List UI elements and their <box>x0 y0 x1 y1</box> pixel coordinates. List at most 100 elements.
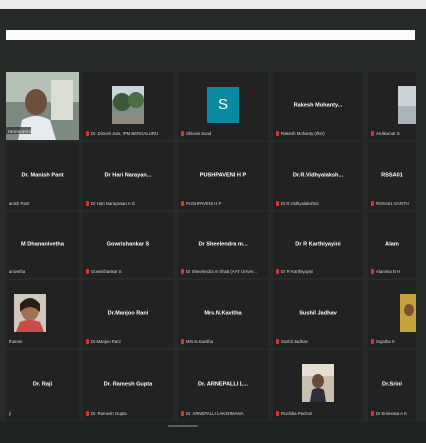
participant-video <box>398 86 416 124</box>
participant-label-text: anivetha <box>9 269 26 274</box>
participant-label-text: anish Pant <box>9 201 30 206</box>
participant-tile[interactable]: Mrs.N.Kavitha Mrs.N.Kavitha <box>178 280 268 348</box>
participant-name: Gowrishankar S <box>106 241 150 248</box>
participant-tile[interactable]: Alam Alamma B H <box>368 212 416 278</box>
participant-tile[interactable]: Rakesh Mohanty... Rakesh Mohanty (Ifter) <box>273 72 363 140</box>
participant-tile[interactable]: Dr Sheelendra m... Dr Sheelendra m bhatt … <box>178 212 268 278</box>
participant-label-text: Dr. Ramesh Gupta <box>91 411 127 416</box>
participant-label: PUSHPAVENI H P <box>181 200 266 207</box>
participant-label-text: Dr.R.Vidhyalakshmi <box>281 201 319 206</box>
participant-name: Dr Sheelendra m... <box>198 241 248 248</box>
participant-name: Rakesh Mohanty... <box>293 102 343 109</box>
participant-name: M Dhananivetha <box>21 241 64 248</box>
participant-label: Dr.Srinivasa A K <box>371 410 414 417</box>
participant-tile[interactable]: Arulkumar S <box>368 72 416 140</box>
meeting-top-banner <box>6 30 415 40</box>
mic-muted-icon <box>86 269 89 275</box>
participant-label-text: Dr. ARNEPALLI LAKSHMANA <box>186 411 244 416</box>
video-overlay-text: RESSIDERS <box>8 129 32 134</box>
participant-video <box>14 294 46 332</box>
participant-name: Dr. Manish Pant <box>21 172 64 179</box>
mic-muted-icon <box>86 339 89 345</box>
participant-video <box>400 294 416 332</box>
mic-muted-icon <box>86 201 89 207</box>
participant-tile[interactable]: PUSHPAVENI H P PUSHPAVENI H P <box>178 142 268 210</box>
mic-muted-icon <box>181 269 184 275</box>
mic-muted-icon <box>181 339 184 345</box>
participant-tile[interactable]: Sujatha S <box>368 280 416 348</box>
participant-label-text: Dr R Karthiyayini <box>281 269 314 274</box>
participant-label: anish Pant <box>9 200 77 207</box>
participant-label: Dr Hari Narayanan A G <box>86 200 171 207</box>
participant-tile[interactable]: tharani <box>6 280 79 348</box>
participant-name: Dr R Karthiyayini <box>295 241 341 248</box>
participant-label-text: Sushil Jadhav <box>281 339 308 344</box>
participant-label: Dr R Karthiyayini <box>276 268 361 275</box>
participant-name: Dr.Manjoo Rani <box>107 310 149 317</box>
participant-label-text: Shivani Sood <box>186 131 212 136</box>
participant-label: Dr.Manjoo Rani <box>86 338 171 345</box>
participant-label: Sushil Jadhav <box>276 338 361 345</box>
participant-label-text: Dr Sheelendra m bhatt (AAT Univer... <box>186 269 257 274</box>
participant-label: Dr. Dinesh Jain, IPM BENGALURU <box>86 130 171 137</box>
participant-label-text: Dr Hari Narayanan A G <box>91 201 135 206</box>
mic-muted-icon <box>276 339 279 345</box>
participant-tile[interactable]: Dr. Ramesh Gupta Dr. Ramesh Gupta <box>83 350 173 420</box>
participant-label-text: Mrs.N.Kavitha <box>186 339 213 344</box>
mic-muted-icon <box>371 269 374 275</box>
participant-name: Dr. Ramesh Gupta <box>103 381 153 388</box>
participant-tile[interactable]: Dr. Raji ji <box>6 350 79 420</box>
mic-muted-icon <box>371 339 374 345</box>
participant-label: Mrs.N.Kavitha <box>181 338 266 345</box>
participant-tile[interactable]: Dr.Manjoo Rani Dr.Manjoo Rani <box>83 280 173 348</box>
participant-name: Dr.Srini <box>382 381 402 388</box>
participant-label: ji <box>9 410 77 417</box>
participant-label: tharani <box>9 338 77 345</box>
participant-label: Dr. Ramesh Gupta <box>86 410 171 417</box>
participant-tile[interactable]: Dr Hari Narayan... Dr Hari Narayanan A G <box>83 142 173 210</box>
avatar: S <box>207 87 239 123</box>
participant-tile[interactable]: Dr. Manish Pant anish Pant <box>6 142 79 210</box>
participant-label: Dr Sheelendra m bhatt (AAT Univer... <box>181 268 266 275</box>
participant-name: Alam <box>385 241 399 248</box>
mic-muted-icon <box>276 201 279 207</box>
participant-label-text: tharani <box>9 339 23 344</box>
participant-label: Rakesh Mohanty (Ifter) <box>276 130 361 137</box>
participant-label-text: Dr. Dinesh Jain, IPM BENGALURU <box>91 131 159 136</box>
participant-tile[interactable]: Dr. ARNEPALLI L... Dr. ARNEPALLI LAKSHMAN… <box>178 350 268 420</box>
participant-name: Dr. Raji <box>32 381 53 388</box>
mic-muted-icon <box>86 131 89 137</box>
participant-tile[interactable]: M Dhananivetha anivetha <box>6 212 79 278</box>
participant-tile[interactable]: RESSIDERS <box>6 72 79 140</box>
participant-tile[interactable]: Dr.Srini Dr.Srinivasa A K <box>368 350 416 420</box>
mic-muted-icon <box>276 269 279 275</box>
participant-label-text: ji <box>9 411 11 416</box>
participant-name: Mrs.N.Kavitha <box>204 310 242 317</box>
scroll-indicator[interactable] <box>168 425 198 427</box>
participant-tile[interactable]: RSSA01 RSSA01 GANTH <box>368 142 416 210</box>
participant-label-text: Sujatha S <box>376 339 395 344</box>
window-top-bar <box>0 0 426 9</box>
participant-video <box>302 364 334 402</box>
mic-muted-icon <box>371 201 374 207</box>
participant-label-text: PUSHPAVENI H P <box>186 201 222 206</box>
participant-name: Dr Hari Narayan... <box>104 172 152 179</box>
participant-tile[interactable]: S Shivani Sood <box>178 72 268 140</box>
participant-tile[interactable]: Dr R Karthiyayini Dr R Karthiyayini <box>273 212 363 278</box>
participant-tile[interactable]: Dr.R.Vidhyalaksh... Dr.R.Vidhyalakshmi <box>273 142 363 210</box>
participant-label: Gowrishankar S <box>86 268 171 275</box>
participant-label: RSSA01 GANTH <box>371 200 414 207</box>
mic-muted-icon <box>371 411 374 417</box>
participant-label-text: RSSA01 GANTH <box>376 201 409 206</box>
participant-tile[interactable]: Dr. Dinesh Jain, IPM BENGALURU <box>83 72 173 140</box>
mic-muted-icon <box>276 411 279 417</box>
participant-tile[interactable]: Gowrishankar S Gowrishankar S <box>83 212 173 278</box>
participant-label: Sujatha S <box>371 338 414 345</box>
participant-label-text: Gowrishankar S <box>91 269 122 274</box>
participant-label: Dr. ARNEPALLI LAKSHMANA <box>181 410 266 417</box>
participant-label-text: Dr.Manjoo Rani <box>91 339 121 344</box>
participant-label-text: Ruchika Pachori <box>281 411 313 416</box>
meeting-bottom-bar <box>0 421 426 443</box>
participant-tile[interactable]: Ruchika Pachori <box>273 350 363 420</box>
participant-tile[interactable]: Sushil Jadhav Sushil Jadhav <box>273 280 363 348</box>
